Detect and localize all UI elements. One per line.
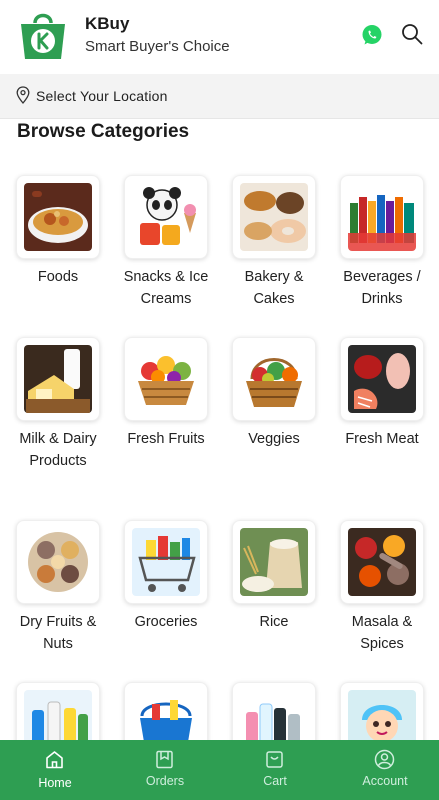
search-icon[interactable] — [401, 23, 423, 45]
dairy-image-icon — [24, 345, 92, 413]
category-fresh-meat[interactable]: Fresh Meat — [332, 337, 432, 451]
account-icon — [374, 749, 395, 770]
category-beverages-drinks[interactable]: Beverages / Drinks — [332, 175, 432, 310]
nav-home-label: Home — [38, 776, 72, 790]
category-rice[interactable]: Rice — [224, 520, 324, 634]
brand-tagline: Smart Buyer's Choice — [85, 38, 230, 55]
category-tile — [232, 175, 316, 259]
category-label: Milk & Dairy Products — [19, 431, 97, 469]
nav-orders[interactable]: Orders — [110, 740, 220, 800]
nav-home[interactable]: Home — [0, 740, 110, 800]
home-icon — [46, 751, 63, 769]
foods-image-icon — [24, 183, 92, 251]
nav-account[interactable]: Account — [330, 740, 439, 800]
category-tile — [340, 175, 424, 259]
rice-sack-image-icon — [240, 528, 308, 596]
section-title: Browse Categories — [17, 121, 190, 142]
beverages-image-icon — [348, 183, 416, 251]
category-tile — [340, 520, 424, 604]
category-tile — [124, 175, 208, 259]
category-label: Fresh Fruits — [127, 431, 205, 447]
app-header: KBuy Smart Buyer's Choice — [0, 0, 439, 74]
brand-name: KBuy — [85, 14, 130, 33]
nav-orders-label: Orders — [145, 774, 185, 788]
groceries-cart-image-icon — [132, 528, 200, 596]
category-label: Veggies — [248, 431, 300, 447]
category-tile — [16, 175, 100, 259]
category-label: Beverages / Drinks — [343, 269, 421, 307]
whatsapp-icon[interactable] — [361, 24, 383, 46]
category-snacks-ice-creams[interactable]: Snacks & Ice Creams — [116, 175, 216, 310]
category-label: Masala & Spices — [351, 614, 413, 652]
veggies-basket-image-icon — [240, 345, 308, 413]
category-foods[interactable]: Foods — [8, 175, 108, 289]
location-label: Select Your Location — [36, 88, 168, 104]
category-tile — [16, 337, 100, 421]
meat-image-icon — [348, 345, 416, 413]
map-pin-icon — [16, 86, 30, 104]
dry-fruits-image-icon — [24, 528, 92, 596]
category-milk-dairy[interactable]: Milk & Dairy Products — [8, 337, 108, 472]
nav-cart-label: Cart — [263, 774, 287, 788]
category-label: Fresh Meat — [345, 431, 419, 447]
category-tile — [232, 520, 316, 604]
category-fresh-fruits[interactable]: Fresh Fruits — [116, 337, 216, 451]
cart-icon — [266, 751, 283, 768]
orders-icon — [156, 750, 173, 769]
snacks-panda-image-icon — [132, 183, 200, 251]
category-label: Bakery & Cakes — [244, 269, 304, 307]
category-label: Rice — [259, 614, 289, 630]
category-groceries[interactable]: Groceries — [116, 520, 216, 634]
category-tile — [340, 337, 424, 421]
bakery-image-icon — [240, 183, 308, 251]
category-tile — [16, 520, 100, 604]
category-veggies[interactable]: Veggies — [224, 337, 324, 451]
spices-image-icon — [348, 528, 416, 596]
nav-account-label: Account — [362, 774, 408, 788]
location-selector[interactable]: Select Your Location — [0, 74, 439, 119]
category-label: Dry Fruits & Nuts — [19, 614, 97, 652]
bottom-navigation: Home Orders Cart Account — [0, 740, 439, 800]
kbuy-logo-icon — [21, 13, 65, 59]
category-dry-fruits-nuts[interactable]: Dry Fruits & Nuts — [8, 520, 108, 655]
category-tile — [124, 520, 208, 604]
fruits-basket-image-icon — [132, 345, 200, 413]
category-tile — [232, 337, 316, 421]
category-label: Snacks & Ice Creams — [123, 269, 209, 307]
nav-cart[interactable]: Cart — [220, 740, 330, 800]
category-label: Groceries — [134, 614, 198, 630]
category-tile — [124, 337, 208, 421]
category-bakery-cakes[interactable]: Bakery & Cakes — [224, 175, 324, 310]
category-label: Foods — [37, 269, 79, 285]
category-masala-spices[interactable]: Masala & Spices — [332, 520, 432, 655]
